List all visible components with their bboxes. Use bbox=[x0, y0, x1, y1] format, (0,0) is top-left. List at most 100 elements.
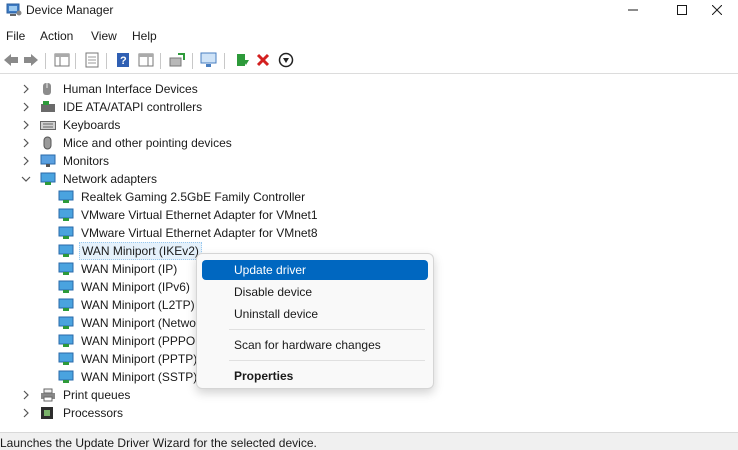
chevron-down-icon[interactable] bbox=[20, 173, 32, 185]
tree-category-label: Network adapters bbox=[63, 172, 158, 186]
context-update-driver[interactable]: Update driver bbox=[202, 260, 428, 280]
tree-device[interactable]: WAN Miniport (PPTP) bbox=[58, 350, 199, 368]
back-button[interactable] bbox=[2, 52, 20, 70]
tree-device[interactable]: VMware Virtual Ethernet Adapter for VMne… bbox=[58, 206, 320, 224]
context-scan-hardware[interactable]: Scan for hardware changes bbox=[202, 335, 428, 355]
toolbar-separator bbox=[160, 53, 161, 69]
tree-category-label: Print queues bbox=[63, 388, 131, 402]
context-properties[interactable]: Properties bbox=[202, 366, 428, 386]
forward-button[interactable] bbox=[22, 52, 40, 70]
title-bar: Device Manager bbox=[0, 0, 738, 22]
tree-category[interactable]: IDE ATA/ATAPI controllers bbox=[20, 98, 204, 116]
menu-action[interactable]: Action bbox=[40, 29, 73, 43]
network-adapter-icon bbox=[58, 190, 74, 204]
uninstall-button[interactable] bbox=[254, 52, 272, 70]
tree-device-label: VMware Virtual Ethernet Adapter for VMne… bbox=[81, 226, 318, 240]
hid-icon bbox=[40, 82, 56, 96]
tree-device[interactable]: WAN Miniport (IP) bbox=[58, 260, 179, 278]
tree-category[interactable]: Human Interface Devices bbox=[20, 80, 200, 98]
chevron-right-icon[interactable] bbox=[20, 119, 32, 131]
close-button[interactable] bbox=[694, 0, 738, 22]
tree-device[interactable]: Realtek Gaming 2.5GbE Family Controller bbox=[58, 188, 307, 206]
monitor-icon bbox=[40, 154, 56, 168]
back-icon bbox=[3, 53, 19, 70]
tree-device-label: WAN Miniport (IP) bbox=[81, 262, 178, 276]
show-action-pane-icon bbox=[138, 52, 154, 71]
update-driver-button[interactable] bbox=[168, 52, 186, 70]
tree-device-label: WAN Miniport (Netwo bbox=[81, 316, 196, 330]
tree-category[interactable]: Keyboards bbox=[20, 116, 122, 134]
context-uninstall-device[interactable]: Uninstall device bbox=[202, 304, 428, 324]
tree-device[interactable]: WAN Miniport (SSTP) bbox=[58, 368, 199, 386]
tree-category[interactable]: Monitors bbox=[20, 152, 111, 170]
context-separator bbox=[229, 360, 425, 361]
show-hide-console-tree-button[interactable] bbox=[53, 52, 71, 70]
tree-device[interactable]: WAN Miniport (IPv6) bbox=[58, 278, 192, 296]
tree-category-label: IDE ATA/ATAPI controllers bbox=[63, 100, 203, 114]
tree-device-label: WAN Miniport (PPTP) bbox=[81, 352, 198, 366]
network-adapter-icon bbox=[58, 370, 74, 384]
chevron-right-icon[interactable] bbox=[20, 137, 32, 149]
menu-file[interactable]: File bbox=[6, 29, 25, 43]
tree-device-label: WAN Miniport (PPPOI bbox=[81, 334, 199, 348]
processor-icon bbox=[40, 406, 56, 420]
tree-device[interactable]: WAN Miniport (Netwo bbox=[58, 314, 198, 332]
properties-icon bbox=[84, 52, 100, 71]
chevron-right-icon[interactable] bbox=[20, 155, 32, 167]
printer-icon bbox=[40, 388, 56, 402]
mouse-icon bbox=[40, 136, 56, 150]
disable-device-button[interactable] bbox=[277, 52, 295, 70]
status-bar: Launches the Update Driver Wizard for th… bbox=[0, 432, 738, 450]
tree-category[interactable]: Mice and other pointing devices bbox=[20, 134, 234, 152]
network-adapter-icon bbox=[58, 316, 74, 330]
scan-hardware-icon bbox=[200, 52, 218, 71]
toolbar-separator bbox=[45, 53, 46, 69]
window-title: Device Manager bbox=[26, 3, 114, 17]
menu-help[interactable]: Help bbox=[132, 29, 157, 43]
tree-device-label: WAN Miniport (IPv6) bbox=[81, 280, 190, 294]
keyboard-icon bbox=[40, 118, 56, 132]
help-button[interactable]: ? bbox=[114, 52, 132, 70]
menu-view[interactable]: View bbox=[91, 29, 117, 43]
context-disable-device[interactable]: Disable device bbox=[202, 282, 428, 302]
context-menu: Update driver Disable device Uninstall d… bbox=[196, 253, 434, 389]
toolbar: ? bbox=[0, 48, 738, 74]
enable-device-button[interactable] bbox=[233, 52, 251, 70]
minimize-button[interactable] bbox=[610, 0, 656, 22]
update-driver-icon bbox=[169, 52, 185, 71]
toolbar-separator bbox=[224, 53, 225, 69]
tree-device[interactable]: VMware Virtual Ethernet Adapter for VMne… bbox=[58, 224, 320, 242]
tree-category-network-adapters[interactable]: Network adapters bbox=[20, 170, 159, 188]
chevron-right-icon[interactable] bbox=[20, 83, 32, 95]
network-adapter-icon bbox=[40, 172, 56, 186]
chevron-right-icon[interactable] bbox=[20, 389, 32, 401]
toolbar-separator bbox=[106, 53, 107, 69]
forward-icon bbox=[23, 53, 39, 70]
tree-device-selected[interactable]: WAN Miniport (IKEv2) bbox=[58, 242, 202, 260]
tree-device-label: WAN Miniport (IKEv2) bbox=[79, 242, 202, 260]
tree-category[interactable]: Processors bbox=[20, 404, 125, 422]
network-adapter-icon bbox=[58, 226, 74, 240]
tree-device-label: VMware Virtual Ethernet Adapter for VMne… bbox=[81, 208, 318, 222]
tree-device[interactable]: WAN Miniport (PPPOI bbox=[58, 332, 201, 350]
chevron-right-icon[interactable] bbox=[20, 101, 32, 113]
chevron-right-icon[interactable] bbox=[20, 407, 32, 419]
network-adapter-icon bbox=[58, 244, 74, 258]
maximize-icon bbox=[677, 4, 687, 18]
network-adapter-icon bbox=[58, 280, 74, 294]
tree-category[interactable]: Print queues bbox=[20, 386, 132, 404]
disable-device-icon bbox=[278, 52, 294, 71]
tree-category-label: Human Interface Devices bbox=[63, 82, 198, 96]
toolbar-separator bbox=[192, 53, 193, 69]
help-icon: ? bbox=[115, 52, 131, 71]
svg-text:?: ? bbox=[120, 55, 127, 67]
tree-device[interactable]: WAN Miniport (L2TP) bbox=[58, 296, 197, 314]
enable-device-icon bbox=[234, 52, 250, 71]
minimize-icon bbox=[628, 4, 638, 18]
scan-hardware-button[interactable] bbox=[200, 52, 218, 70]
uninstall-icon bbox=[256, 53, 270, 70]
status-text: Launches the Update Driver Wizard for th… bbox=[0, 436, 317, 450]
network-adapter-icon bbox=[58, 298, 74, 312]
properties-button[interactable] bbox=[83, 52, 101, 70]
show-action-pane-button[interactable] bbox=[137, 52, 155, 70]
